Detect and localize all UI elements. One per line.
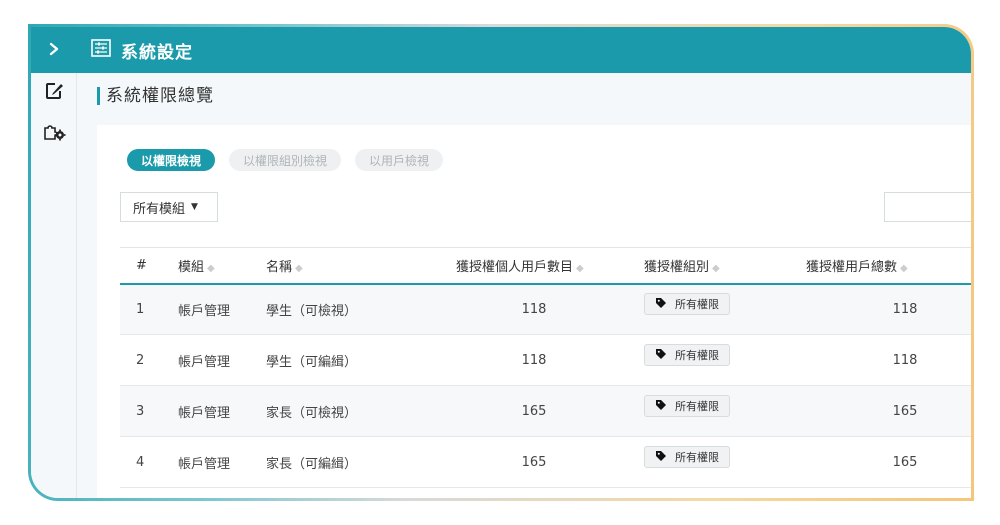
module-filter-value: 所有模組 — [133, 201, 186, 217]
cell-name: 學生（可檢視） — [250, 283, 440, 335]
cell-personal-users: 165 — [440, 385, 628, 437]
main-content: 系統權限總覽 以權限檢視 以權限組別檢視 以用戶檢視 所有模組 ▼ # 模組 ◆… — [77, 73, 971, 498]
sidebar-toggle-button[interactable] — [31, 27, 77, 73]
cell-number: 4 — [120, 436, 162, 488]
cell-total-users: 165 — [790, 436, 971, 488]
cell-name: 學生（可編緝） — [250, 334, 440, 386]
permissions-table: # 模組 ◆ 名稱 ◆ 獲授權個人用戶數目 ◆ 獲授權組別 ◆ 獲授權用戶總數 … — [120, 247, 971, 488]
settings-sliders-icon — [91, 39, 111, 61]
edit-icon — [44, 81, 64, 105]
tag-icon — [655, 450, 667, 465]
chevron-right-icon — [47, 40, 61, 61]
sort-icon: ◆ — [295, 262, 303, 274]
tag-icon — [655, 348, 667, 363]
search-input[interactable] — [884, 192, 971, 222]
column-header-personal-users[interactable]: 獲授權個人用戶數目 ◆ — [440, 247, 628, 285]
cell-group: 所有權限 — [628, 334, 790, 386]
cell-number: 3 — [120, 385, 162, 437]
cell-name: 家長（可檢視） — [250, 385, 440, 437]
cell-module: 帳戶管理 — [162, 334, 250, 386]
content-card: 以權限檢視 以權限組別檢視 以用戶檢視 所有模組 ▼ # 模組 ◆ 名稱 ◆ 獲… — [97, 125, 971, 498]
column-header-number: # — [120, 247, 162, 285]
sort-icon: ◆ — [207, 262, 215, 274]
group-tag[interactable]: 所有權限 — [644, 446, 730, 468]
table-row[interactable]: 2 帳戶管理 學生（可編緝） 118 所有權限 118 — [120, 334, 971, 386]
group-tag[interactable]: 所有權限 — [644, 344, 730, 366]
app-window: 系統設定 系統權限總覽 以權限檢視 以權限組別檢視 以用戶檢視 所有模組 ▼ #… — [31, 27, 971, 498]
tab-by-user[interactable]: 以用戶檢視 — [355, 149, 444, 171]
cell-total-users: 118 — [790, 334, 971, 386]
module-filter-dropdown[interactable]: 所有模組 ▼ — [120, 192, 218, 222]
tab-by-permission[interactable]: 以權限檢視 — [127, 149, 216, 171]
column-header-module[interactable]: 模組 ◆ — [162, 247, 250, 285]
group-tag[interactable]: 所有權限 — [644, 395, 730, 417]
page-title: 系統權限總覽 — [97, 87, 214, 105]
cell-number: 2 — [120, 334, 162, 386]
sort-icon: ◆ — [712, 262, 720, 274]
cell-personal-users: 118 — [440, 283, 628, 335]
column-header-groups[interactable]: 獲授權組別 ◆ — [628, 247, 790, 285]
table-row[interactable]: 1 帳戶管理 學生（可檢視） 118 所有權限 118 — [120, 283, 971, 335]
cell-group: 所有權限 — [628, 385, 790, 437]
sidebar-item-edit[interactable] — [31, 73, 77, 113]
cell-total-users: 118 — [790, 283, 971, 335]
group-tag[interactable]: 所有權限 — [644, 293, 730, 316]
window-frame: 系統設定 系統權限總覽 以權限檢視 以權限組別檢視 以用戶檢視 所有模組 ▼ #… — [28, 24, 974, 501]
cell-module: 帳戶管理 — [162, 385, 250, 437]
sort-icon: ◆ — [900, 262, 908, 274]
cell-module: 帳戶管理 — [162, 283, 250, 335]
cell-module: 帳戶管理 — [162, 436, 250, 488]
cell-name: 家長（可編緝） — [250, 436, 440, 488]
sidebar — [31, 27, 77, 498]
table-row[interactable]: 3 帳戶管理 家長（可檢視） 165 所有權限 165 — [120, 385, 971, 437]
sort-icon: ◆ — [576, 262, 584, 274]
table-row[interactable]: 4 帳戶管理 家長（可編緝） 165 所有權限 165 — [120, 436, 971, 488]
tab-by-permission-group[interactable]: 以權限組別檢視 — [229, 149, 342, 171]
tag-icon — [655, 297, 667, 312]
cell-personal-users: 165 — [440, 436, 628, 488]
caret-down-icon: ▼ — [191, 202, 198, 212]
cell-group: 所有權限 — [628, 283, 790, 335]
cell-personal-users: 118 — [440, 334, 628, 386]
table-header-row: # 模組 ◆ 名稱 ◆ 獲授權個人用戶數目 ◆ 獲授權組別 ◆ 獲授權用戶總數 … — [120, 247, 971, 285]
cell-group: 所有權限 — [628, 436, 790, 488]
view-tabs: 以權限檢視 以權限組別檢視 以用戶檢視 — [127, 149, 444, 171]
cell-total-users: 165 — [790, 385, 971, 437]
column-header-name[interactable]: 名稱 ◆ — [250, 247, 440, 285]
puzzle-gear-icon — [42, 120, 66, 146]
tag-icon — [655, 399, 667, 414]
header-title: 系統設定 — [121, 42, 193, 63]
header-bar: 系統設定 — [77, 27, 971, 73]
sidebar-item-system-settings[interactable] — [31, 113, 77, 153]
column-header-total-users[interactable]: 獲授權用戶總數 ◆ — [790, 247, 971, 285]
cell-number: 1 — [120, 283, 162, 335]
